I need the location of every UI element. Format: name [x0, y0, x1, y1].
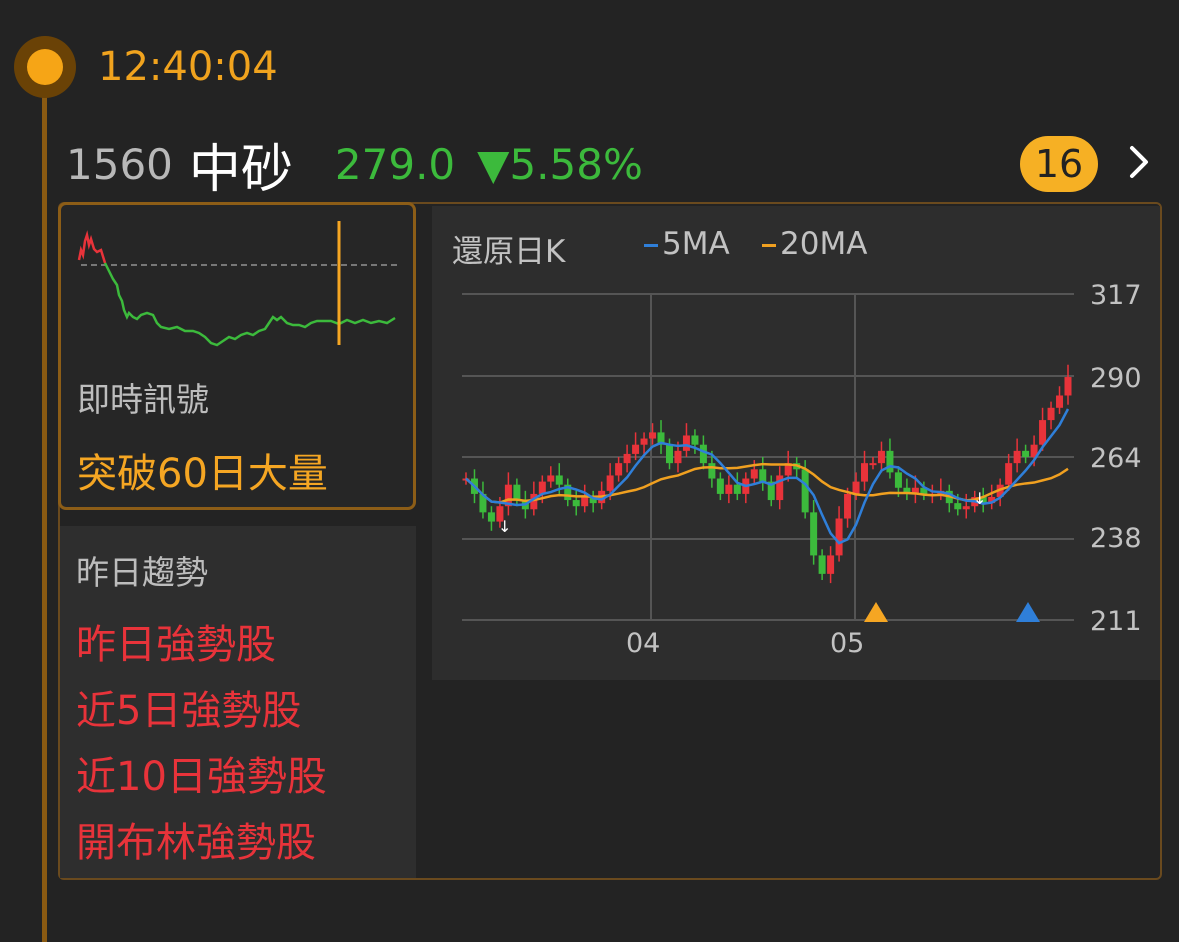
y-tick-label: 211 [1090, 606, 1142, 637]
trend-panel: 昨日趨勢 昨日強勢股 近5日強勢股 近10日強勢股 開布林強勢股 [60, 526, 416, 878]
y-tick-label: 238 [1090, 523, 1142, 554]
candle-body [640, 438, 648, 445]
candle-body [886, 450, 894, 473]
y-tick-label: 317 [1090, 280, 1142, 311]
alert-count-badge[interactable]: 16 [1020, 136, 1098, 192]
candle-body [487, 512, 495, 522]
trend-label: 昨日趨勢 [76, 553, 208, 592]
candle-body [852, 481, 860, 494]
trend-item: 昨日強勢股 [76, 622, 276, 668]
candle-body [954, 503, 962, 510]
stock-code: 1560 [66, 139, 173, 189]
candle-body [1039, 420, 1047, 445]
y-tick-label: 264 [1090, 443, 1142, 474]
signal-value: 突破60日大量 [77, 451, 328, 497]
signal-label: 即時訊號 [77, 380, 209, 419]
candle-body [538, 481, 546, 494]
candle-body [725, 484, 733, 494]
candle-body [632, 444, 640, 454]
candle-body [1022, 450, 1030, 457]
candle-body [733, 484, 741, 494]
candle-body [1064, 377, 1072, 396]
candle-body [665, 444, 673, 464]
candle-body [1056, 395, 1064, 408]
trend-item: 近10日強勢股 [76, 754, 327, 800]
x-tick-label: 05 [830, 628, 864, 659]
trend-item: 近5日強勢股 [76, 688, 302, 734]
candle-body [555, 475, 563, 485]
alert-time: 12:40:04 [98, 44, 278, 90]
candle-body [708, 463, 716, 479]
candle-body [699, 444, 707, 464]
trend-item: 開布林強勢股 [76, 820, 316, 866]
x-tick-label: 04 [626, 628, 660, 659]
candle-body [674, 450, 682, 464]
chevron-right-icon[interactable] [1112, 134, 1166, 190]
candle-body [759, 469, 767, 482]
candle-body [716, 478, 724, 494]
candle-body [962, 506, 970, 510]
stock-change: ▼5.58% [477, 139, 643, 189]
svg-text:↓: ↓ [973, 489, 986, 508]
timeline-line [42, 66, 47, 942]
candle-body [861, 463, 869, 482]
candle-body [1005, 463, 1013, 485]
candle-body [877, 450, 885, 464]
stock-name: 中砂 [188, 139, 293, 200]
candle-body [623, 453, 631, 464]
candle-body [691, 435, 699, 445]
candle-body [649, 432, 657, 439]
svg-text:↓: ↓ [498, 517, 511, 536]
candle-body [1047, 407, 1055, 421]
candle-body [682, 435, 690, 451]
signal-marker-blue [1016, 602, 1040, 622]
candle-body [844, 493, 852, 519]
candle-body [581, 496, 589, 507]
kline-panel[interactable]: 還原日K 5MA 20MA 317 290 264 238 211 04 05 ↓ ↓ [432, 206, 1160, 680]
stock-header[interactable]: 1560 中砂 279.0 ▼5.58% 16 [66, 132, 1148, 200]
candle-body [1013, 450, 1021, 464]
stock-price: 279.0 [334, 139, 456, 189]
candle-body [894, 472, 902, 488]
candle-body [869, 463, 877, 466]
signal-panel[interactable]: 即時訊號 突破60日大量 [58, 202, 416, 510]
candle-body [547, 475, 555, 482]
candle-body [801, 469, 809, 513]
timeline-dot-icon [14, 36, 76, 98]
candle-body [615, 463, 623, 476]
candle-body [810, 512, 818, 556]
candle-body [818, 555, 826, 574]
signal-marker-orange [864, 602, 888, 622]
y-tick-label: 290 [1090, 363, 1142, 394]
candle-body [572, 500, 580, 507]
candle-body [513, 484, 521, 501]
candle-body [835, 518, 843, 556]
intraday-sparkline [77, 221, 401, 347]
kline-chart: 317 290 264 238 211 04 05 ↓ ↓ [462, 280, 1142, 659]
candle-body [606, 475, 614, 491]
candle-body [750, 469, 758, 479]
candle-body [827, 555, 835, 574]
